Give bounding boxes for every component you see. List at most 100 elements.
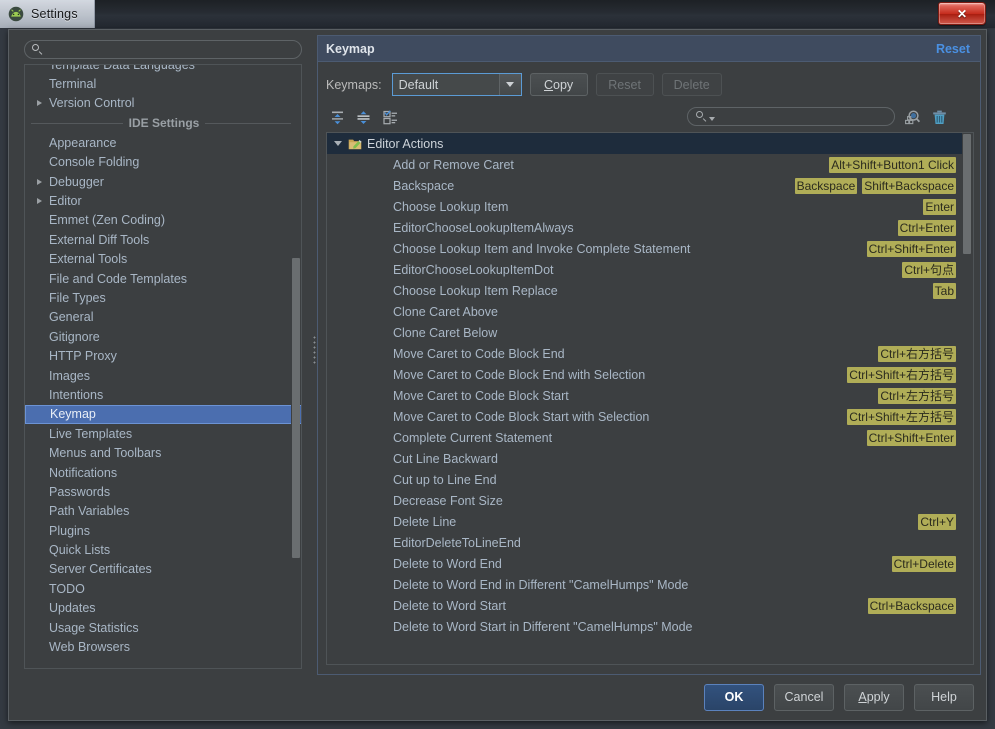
sidebar-item-menus-and-toolbars[interactable]: Menus and Toolbars <box>25 443 302 462</box>
action-row[interactable]: EditorChooseLookupItemAlwaysCtrl+Enter <box>327 217 962 238</box>
sidebar-item-external-tools[interactable]: External Tools <box>25 250 302 269</box>
chevron-right-icon[interactable] <box>35 98 46 109</box>
action-row[interactable]: Move Caret to Code Block StartCtrl+左方括号 <box>327 385 962 406</box>
action-row[interactable]: Delete to Word Start in Different "Camel… <box>327 616 962 637</box>
shortcut-badge[interactable]: Backspace <box>795 178 858 194</box>
sidebar-scrollbar-thumb[interactable] <box>292 258 300 558</box>
sidebar-item-plugins[interactable]: Plugins <box>25 521 302 540</box>
action-row[interactable]: Delete to Word EndCtrl+Delete <box>327 553 962 574</box>
action-tree[interactable]: Editor ActionsAdd or Remove CaretAlt+Shi… <box>326 132 974 665</box>
sidebar-item-server-certificates[interactable]: Server Certificates <box>25 560 302 579</box>
sidebar-item-quick-lists[interactable]: Quick Lists <box>25 540 302 559</box>
sidebar-tree[interactable]: Template Data LanguagesTerminalVersion C… <box>24 64 302 669</box>
action-search-input[interactable] <box>719 109 893 125</box>
edit-shortcut-icon[interactable] <box>381 108 400 127</box>
sidebar-item-file-and-code-templates[interactable]: File and Code Templates <box>25 269 302 288</box>
action-row[interactable]: Choose Lookup Item ReplaceTab <box>327 280 962 301</box>
action-row[interactable]: Complete Current StatementCtrl+Shift+Ent… <box>327 427 962 448</box>
action-search-box[interactable] <box>687 107 895 126</box>
sidebar-item-gitignore[interactable]: Gitignore <box>25 327 302 346</box>
shortcut-badge[interactable]: Ctrl+Y <box>918 514 956 530</box>
action-group-row[interactable]: Editor Actions <box>327 133 962 154</box>
apply-button[interactable]: Apply <box>844 684 904 711</box>
action-row[interactable]: Move Caret to Code Block EndCtrl+右方括号 <box>327 343 962 364</box>
sidebar-item-path-variables[interactable]: Path Variables <box>25 502 302 521</box>
action-row[interactable]: Clone Caret Above <box>327 301 962 322</box>
action-row[interactable]: Clone Caret Below <box>327 322 962 343</box>
sidebar-item-http-proxy[interactable]: HTTP Proxy <box>25 346 302 365</box>
shortcut-badge[interactable]: Ctrl+句点 <box>902 262 956 278</box>
shortcut-badge[interactable]: Enter <box>923 199 956 215</box>
action-row[interactable]: BackspaceBackspaceShift+Backspace <box>327 175 962 196</box>
action-row[interactable]: Choose Lookup Item and Invoke Complete S… <box>327 238 962 259</box>
sidebar-item-general[interactable]: General <box>25 308 302 327</box>
shortcut-badge[interactable]: Ctrl+Delete <box>892 556 956 572</box>
sidebar-scrollbar[interactable] <box>291 66 300 669</box>
action-row[interactable]: Move Caret to Code Block End with Select… <box>327 364 962 385</box>
tree-spacer <box>35 157 46 168</box>
sidebar-item-notifications[interactable]: Notifications <box>25 463 302 482</box>
action-row[interactable]: Cut up to Line End <box>327 469 962 490</box>
shortcut-badge[interactable]: Ctrl+Shift+左方括号 <box>847 409 956 425</box>
shortcut-badge[interactable]: Ctrl+Enter <box>898 220 956 236</box>
action-row[interactable]: Add or Remove CaretAlt+Shift+Button1 Cli… <box>327 154 962 175</box>
sidebar-item-intentions[interactable]: Intentions <box>25 385 302 404</box>
sidebar-item-console-folding[interactable]: Console Folding <box>25 153 302 172</box>
search-filter-chevron-icon[interactable] <box>709 117 715 121</box>
sidebar-item-version-control[interactable]: Version Control <box>25 94 302 113</box>
action-row[interactable]: Cut Line Backward <box>327 448 962 469</box>
chevron-right-icon[interactable] <box>35 196 46 207</box>
action-row[interactable]: Delete LineCtrl+Y <box>327 511 962 532</box>
action-row[interactable]: Delete to Word StartCtrl+Backspace <box>327 595 962 616</box>
sidebar-item-updates[interactable]: Updates <box>25 599 302 618</box>
sidebar-item-passwords[interactable]: Passwords <box>25 482 302 501</box>
action-row[interactable]: Move Caret to Code Block Start with Sele… <box>327 406 962 427</box>
sidebar-item-file-types[interactable]: File Types <box>25 288 302 307</box>
sidebar-item-live-templates[interactable]: Live Templates <box>25 424 302 443</box>
sidebar-item-images[interactable]: Images <box>25 366 302 385</box>
shortcut-badge[interactable]: Ctrl+左方括号 <box>878 388 956 404</box>
keymap-select[interactable]: Default <box>392 73 522 96</box>
shortcut-badge[interactable]: Ctrl+Shift+Enter <box>867 430 956 446</box>
shortcut-badge[interactable]: Ctrl+Shift+Enter <box>867 241 956 257</box>
shortcut-badge[interactable]: Tab <box>933 283 956 299</box>
close-button[interactable] <box>938 2 986 25</box>
help-button[interactable]: Help <box>914 684 974 711</box>
find-by-shortcut-icon[interactable] <box>903 108 922 127</box>
action-tree-scrollbar-thumb[interactable] <box>963 134 971 254</box>
sidebar-item-web-browsers[interactable]: Web Browsers <box>25 637 302 656</box>
action-row[interactable]: EditorDeleteToLineEnd <box>327 532 962 553</box>
sidebar-search-input[interactable] <box>48 42 301 58</box>
shortcut-badge[interactable]: Shift+Backspace <box>862 178 956 194</box>
action-tree-scrollbar[interactable] <box>962 134 972 665</box>
action-row[interactable]: EditorChooseLookupItemDotCtrl+句点 <box>327 259 962 280</box>
sidebar-item-editor[interactable]: Editor <box>25 191 302 210</box>
shortcut-badge[interactable]: Ctrl+Shift+右方括号 <box>847 367 956 383</box>
sidebar-item-terminal[interactable]: Terminal <box>25 74 302 93</box>
trash-icon[interactable] <box>930 108 949 127</box>
chevron-down-icon[interactable] <box>333 138 345 150</box>
sidebar-item-debugger[interactable]: Debugger <box>25 172 302 191</box>
sidebar-search-box[interactable] <box>24 40 302 59</box>
cancel-button[interactable]: Cancel <box>774 684 834 711</box>
action-row[interactable]: Delete to Word End in Different "CamelHu… <box>327 574 962 595</box>
chevron-down-icon[interactable] <box>499 74 521 95</box>
shortcut-badge[interactable]: Ctrl+Backspace <box>868 598 956 614</box>
action-row[interactable]: Choose Lookup ItemEnter <box>327 196 962 217</box>
sidebar-item-appearance[interactable]: Appearance <box>25 133 302 152</box>
sidebar-item-emmet-zen-coding[interactable]: Emmet (Zen Coding) <box>25 211 302 230</box>
reset-link[interactable]: Reset <box>936 42 970 56</box>
collapse-all-icon[interactable] <box>354 108 373 127</box>
expand-all-icon[interactable] <box>328 108 347 127</box>
copy-button[interactable]: Copy <box>530 73 588 96</box>
ok-button[interactable]: OK <box>704 684 764 711</box>
shortcut-badge[interactable]: Alt+Shift+Button1 Click <box>829 157 956 173</box>
chevron-right-icon[interactable] <box>35 176 46 187</box>
sidebar-item-external-diff-tools[interactable]: External Diff Tools <box>25 230 302 249</box>
sidebar-item-todo[interactable]: TODO <box>25 579 302 598</box>
sidebar-item-usage-statistics[interactable]: Usage Statistics <box>25 618 302 637</box>
sidebar-item-template-data-languages[interactable]: Template Data Languages <box>25 64 302 74</box>
action-row[interactable]: Decrease Font Size <box>327 490 962 511</box>
shortcut-badge[interactable]: Ctrl+右方括号 <box>878 346 956 362</box>
sidebar-item-keymap[interactable]: Keymap <box>25 405 302 424</box>
